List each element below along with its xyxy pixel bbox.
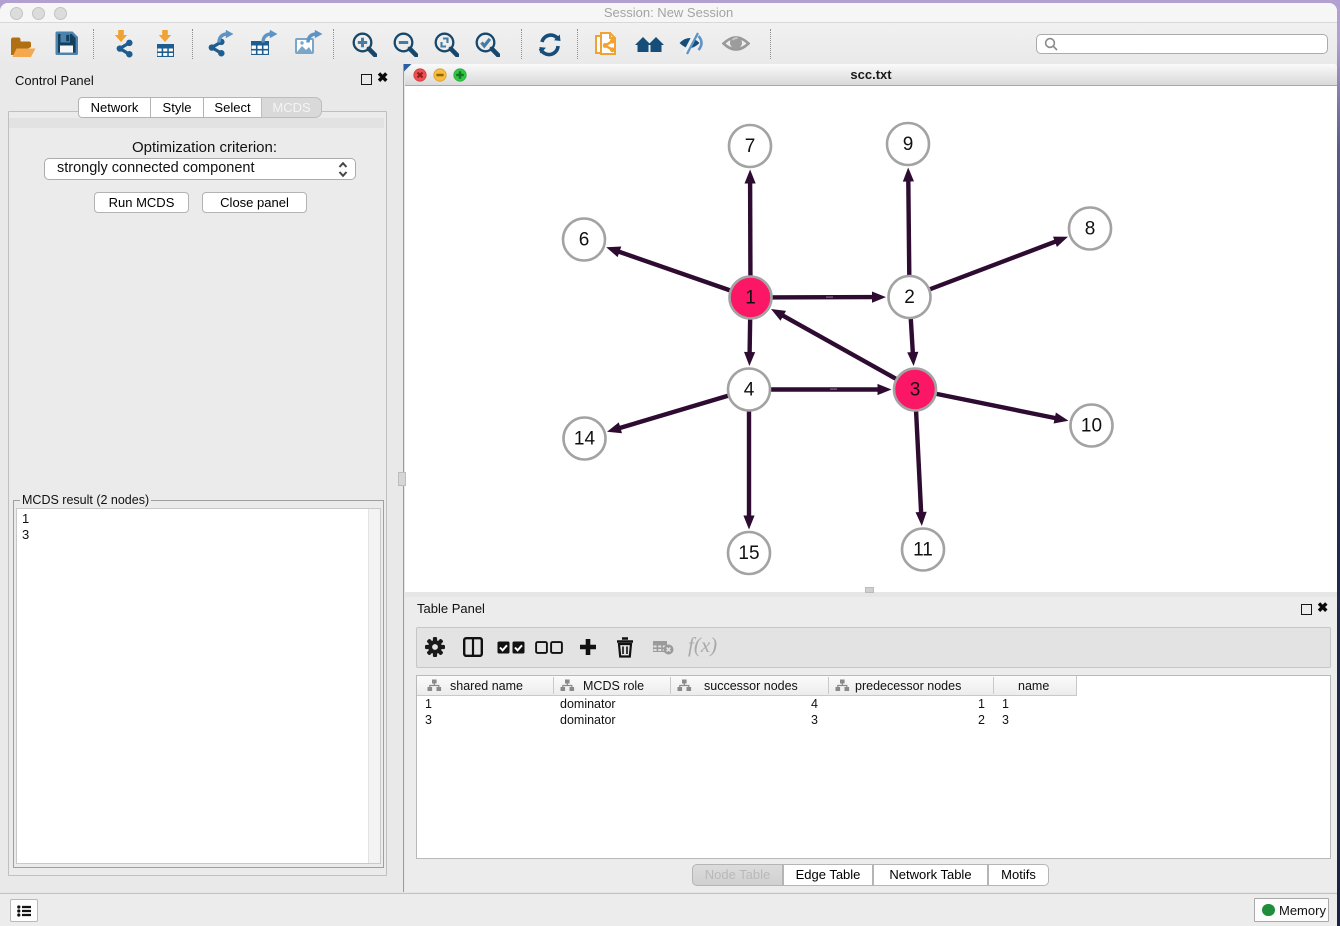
svg-text:10: 10 xyxy=(1081,416,1102,437)
svg-text:2: 2 xyxy=(904,287,915,308)
svg-text:6: 6 xyxy=(579,230,590,251)
svg-text:4: 4 xyxy=(744,380,755,401)
svg-text:15: 15 xyxy=(738,543,759,564)
svg-text:7: 7 xyxy=(745,136,756,157)
svg-text:8: 8 xyxy=(1085,219,1096,240)
svg-text:3: 3 xyxy=(910,380,921,401)
svg-text:9: 9 xyxy=(903,134,914,155)
svg-text:11: 11 xyxy=(913,540,933,561)
svg-text:14: 14 xyxy=(574,429,596,450)
svg-text:1: 1 xyxy=(745,288,756,309)
